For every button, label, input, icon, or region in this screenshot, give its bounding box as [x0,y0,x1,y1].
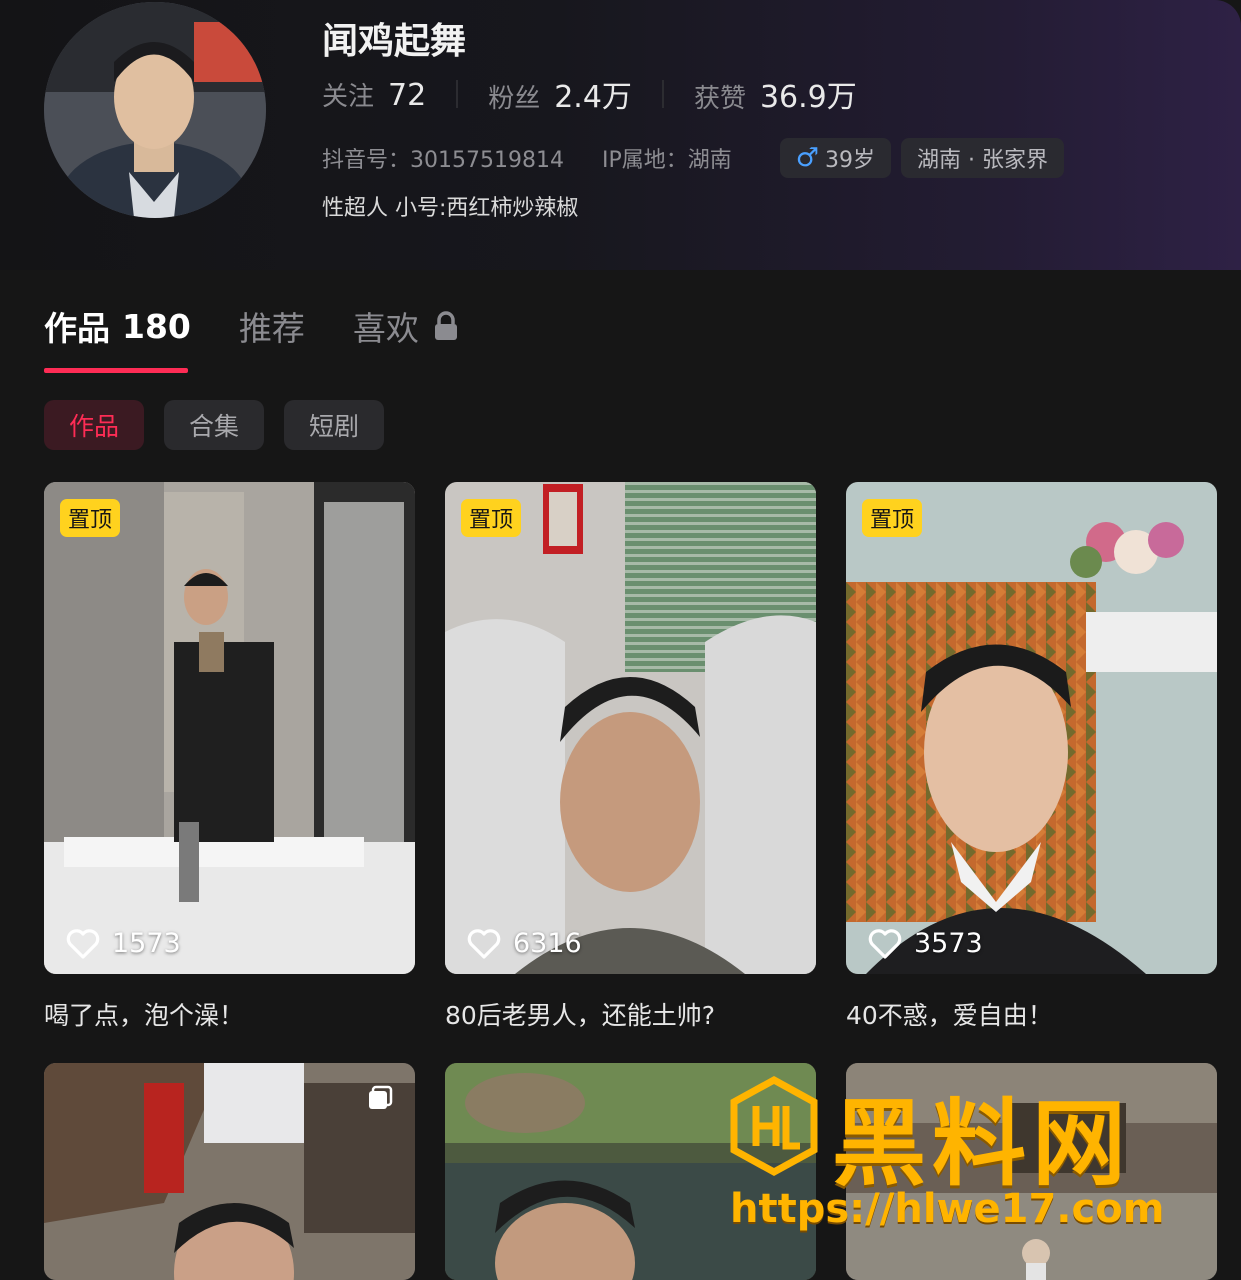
profile-stats: 关注 72 粉丝 2.4万 获赞 36.9万 [322,76,857,116]
following-label: 关注 [322,81,375,112]
profile-bio: 性超人 小号:西红柿炒辣椒 [322,196,579,221]
followers-stat[interactable]: 粉丝 2.4万 [488,72,632,116]
video-card[interactable]: 置顶 1573 喝了点，泡个澡！ [44,482,415,1032]
video-likes: 3573 [868,928,983,959]
tab-recommend[interactable]: 推荐 [239,302,305,350]
pinned-badge: 置顶 [461,499,522,537]
active-tab-indicator [44,368,188,373]
age-badge: ♂ 39岁 [779,138,892,178]
video-caption[interactable]: 40不惑，爱自由！ [846,996,1217,1032]
ip-location: IP属地：湖南 [601,148,732,173]
likes-received-count: 36.9万 [759,80,857,115]
chip-short-drama[interactable]: 短剧 [284,400,384,450]
avatar-photo [44,2,266,218]
following-count: 72 [388,77,427,113]
lock-icon [433,311,459,341]
watermark: 黑料网 https://hlwe17.com [720,1068,1200,1238]
likes-count: 1573 [112,928,181,959]
likes-received-label: 获赞 [693,84,746,114]
watermark-logo-icon [730,1076,818,1176]
thumbnail-image [445,482,816,974]
likes-received-stat[interactable]: 获赞 36.9万 [694,72,857,116]
tab-works[interactable]: 作品 180 [44,302,191,350]
profile-tabs: 作品 180 推荐 喜欢 [44,302,507,350]
video-card[interactable] [44,1063,415,1280]
profile-meta: 抖音号：30157519814 IP属地：湖南 ♂ 39岁 湖南 · 张家界 [322,138,1065,178]
location-badge: 湖南 · 张家界 [901,138,1065,178]
male-icon: ♂ [795,143,820,173]
pinned-badge: 置顶 [862,499,923,537]
video-caption[interactable]: 80后老男人，还能土帅? [445,996,816,1032]
tab-works-count: 180 [122,306,191,346]
video-caption[interactable]: 喝了点，泡个澡！ [44,996,415,1032]
video-likes: 6316 [467,928,582,959]
following-stat[interactable]: 关注 72 [322,76,426,113]
heart-icon [66,928,100,959]
profile-header: 闻鸡起舞 关注 72 粉丝 2.4万 获赞 36.9万 抖音号：30157519… [0,0,1241,270]
chip-collections[interactable]: 合集 [164,400,264,450]
video-thumbnail[interactable]: 置顶 3573 [846,482,1217,974]
thumbnail-image [44,1063,415,1280]
pinned-badge: 置顶 [60,499,121,537]
stat-divider [456,80,459,108]
tab-likes-label: 喜欢 [352,309,419,348]
video-likes: 1573 [66,928,181,959]
content-filter-chips: 作品 合集 短剧 [44,400,404,450]
likes-count: 6316 [513,928,582,959]
username: 闻鸡起舞 [322,21,467,62]
video-card[interactable]: 置顶 3573 40不惑，爱自由！ [846,482,1217,1032]
watermark-title: 黑料网 [832,1090,1133,1199]
chip-works[interactable]: 作品 [44,400,144,450]
followers-label: 粉丝 [488,84,541,114]
collection-icon [367,1085,393,1115]
thumbnail-image [846,482,1217,974]
followers-count: 2.4万 [554,80,632,115]
heart-icon [868,928,902,959]
heart-icon [467,928,501,959]
likes-count: 3573 [914,928,983,959]
video-thumbnail[interactable]: 置顶 6316 [445,482,816,974]
age-text: 39岁 [825,148,876,173]
tab-works-label: 作品 [44,309,110,348]
watermark-url: https://hlwe17.com [730,1186,1165,1232]
thumbnail-image [44,482,415,974]
video-thumbnail[interactable] [44,1063,415,1280]
video-card[interactable]: 置顶 6316 80后老男人，还能土帅? [445,482,816,1032]
douyin-id: 抖音号：30157519814 [322,148,564,173]
tab-likes[interactable]: 喜欢 [353,302,459,350]
avatar[interactable] [44,2,266,218]
stat-divider [661,80,664,108]
video-thumbnail[interactable]: 置顶 1573 [44,482,415,974]
